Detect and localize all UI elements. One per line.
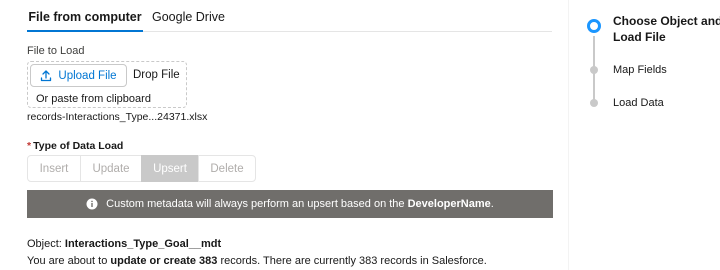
progress-steps: Choose Object and Load File Map Fields L… — [580, 0, 720, 130]
step-indicator-active — [587, 19, 601, 33]
object-summary: Object: Interactions_Type_Goal__mdt — [27, 238, 222, 250]
tab-file-from-computer[interactable]: File from computer — [27, 10, 143, 32]
delete-button[interactable]: Delete — [198, 155, 256, 182]
tab-google-drive[interactable]: Google Drive — [152, 10, 225, 32]
required-asterisk: * — [27, 140, 32, 152]
step-indicator-map-fields — [590, 66, 598, 74]
upload-file-label: Upload File — [58, 69, 117, 82]
info-icon — [86, 198, 98, 210]
upload-icon — [40, 69, 52, 82]
upsert-button[interactable]: Upsert — [141, 155, 199, 182]
records-summary: You are about to update or create 383 re… — [27, 255, 487, 267]
info-banner: Custom metadata will always perform an u… — [27, 190, 553, 218]
data-load-type-text: Type of Data Load — [33, 140, 124, 152]
file-to-load-label: File to Load — [27, 45, 85, 57]
insert-button[interactable]: Insert — [27, 155, 81, 182]
step-indicator-load-data — [590, 99, 598, 107]
data-load-type-group: Insert Update Upsert Delete — [27, 155, 256, 182]
data-load-type-label: * Type of Data Load — [27, 140, 123, 152]
object-name: Interactions_Type_Goal__mdt — [64, 238, 222, 250]
selected-file-name: records-Interactions_Type...24371.xlsx — [27, 111, 208, 123]
step-load-data: Load Data — [613, 97, 664, 109]
step-choose-object: Choose Object and Load File — [613, 14, 720, 44]
info-banner-text: Custom metadata will always perform an u… — [106, 198, 494, 210]
source-tabs: File from computer Google Drive — [27, 0, 552, 32]
file-dropzone[interactable]: Upload File Drop File Or paste from clip… — [27, 61, 187, 108]
records-count: update or create 383 — [110, 255, 218, 267]
data-import-panel: File from computer Google Drive File to … — [0, 0, 560, 270]
paste-from-clipboard-text: Or paste from clipboard — [36, 93, 151, 105]
update-button[interactable]: Update — [80, 155, 142, 182]
upload-file-button[interactable]: Upload File — [30, 64, 127, 87]
step-map-fields: Map Fields — [613, 64, 667, 76]
drop-file-text: Drop File — [133, 69, 180, 81]
panel-divider — [568, 0, 569, 270]
